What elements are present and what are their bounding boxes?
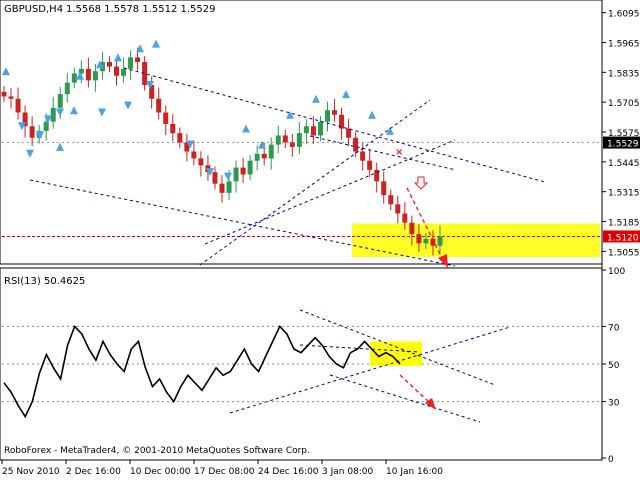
candle-body (226, 181, 232, 193)
rsi-tick-label: 70 (608, 323, 620, 333)
rsi-tick-label: 0 (608, 455, 614, 465)
candle-body (114, 66, 120, 76)
chart-ohlc: 1.5568 1.5578 1.5512 1.5529 (66, 4, 216, 15)
price-tick-label: 1.5835 (608, 69, 640, 79)
time-tick-label: 10 Dec 00:00 (130, 467, 191, 477)
candle-body (71, 73, 77, 83)
candle-body (57, 94, 63, 108)
candle-body (261, 153, 267, 159)
candle-body (310, 126, 316, 136)
candle-body (135, 57, 141, 62)
candle-body (240, 167, 246, 175)
candle-body (121, 68, 127, 76)
candle-body (416, 234, 422, 244)
candle-body (275, 135, 281, 145)
price-tick-label: 1.5965 (608, 39, 640, 49)
candle-body (163, 112, 169, 124)
current-price-label: 1.5529 (607, 140, 639, 150)
time-tick-label: 25 Nov 2010 (2, 467, 60, 477)
price-tick-label: 1.5315 (608, 189, 640, 199)
candle-body (388, 195, 394, 205)
rsi-tick-label: 30 (608, 399, 620, 409)
candle-body (128, 57, 134, 69)
candle-body (332, 110, 338, 115)
candle-body (303, 126, 309, 134)
candle-body (198, 158, 204, 166)
candle-body (15, 98, 21, 113)
time-tick-label: 24 Dec 16:00 (258, 467, 319, 477)
target-zone-highlight (352, 223, 600, 258)
candle-body (64, 82, 70, 95)
candle-body (402, 213, 408, 223)
candle-body (353, 137, 359, 152)
candle-body (170, 123, 176, 134)
rsi-title: RSI(13) 50.4625 (4, 276, 85, 287)
candle-body (156, 98, 162, 113)
candle-body (177, 133, 183, 143)
candle-body (233, 167, 239, 182)
candle-body (367, 160, 373, 170)
candle-body (106, 61, 112, 67)
candle-body (1, 91, 7, 97)
candle-body (282, 135, 288, 143)
footer-credit: RoboForex - MetaTrader4, © 2001-2010 Met… (4, 446, 310, 456)
candle-body (50, 107, 56, 122)
forex-chart: × 1.60951.59651.58351.57051.55751.54451.… (0, 0, 640, 477)
rsi-panel-frame (0, 267, 603, 461)
candle-body (247, 160, 253, 175)
price-tick-label: 1.5705 (608, 99, 640, 109)
candle-body (437, 236, 443, 246)
candle-body (85, 68, 91, 81)
time-tick-label: 2 Dec 16:00 (66, 467, 121, 477)
candle-body (92, 71, 98, 81)
price-tick-label: 1.5445 (608, 159, 640, 169)
time-tick-label: 3 Jan 08:00 (322, 467, 374, 477)
candle-body (360, 151, 366, 161)
candle-body (289, 142, 295, 147)
candle-body (8, 96, 14, 99)
target-price-label: 1.5120 (607, 233, 639, 243)
candle-body (317, 121, 323, 136)
chart-symbol: GBPUSD,H4 (4, 4, 63, 15)
rsi-tick-label: 100 (608, 267, 625, 277)
time-tick-label: 17 Dec 08:00 (194, 467, 255, 477)
cross-marker-icon: × (395, 147, 403, 158)
price-tick-label: 1.5055 (608, 248, 640, 258)
candle-body (268, 144, 274, 159)
candle-body (395, 204, 401, 214)
price-tick-label: 1.5185 (608, 219, 640, 229)
candle-body (219, 183, 225, 193)
rsi-tick-label: 50 (608, 361, 620, 371)
candle-body (212, 172, 218, 184)
candle-body (29, 126, 35, 138)
candle-body (324, 110, 330, 122)
candle-body (191, 151, 197, 159)
candle-body (346, 128, 352, 138)
candle-body (296, 133, 302, 147)
time-tick-label: 10 Jan 16:00 (386, 467, 443, 477)
candle-body (409, 222, 415, 235)
price-tick-label: 1.6095 (608, 10, 640, 20)
candle-body (423, 238, 429, 244)
chart-window: × 1.6095 1.5965 1.5835 1.5705 1.5575 1.5445 1.… (0, 0, 640, 480)
candle-body (381, 181, 387, 196)
candle-body (254, 153, 260, 161)
